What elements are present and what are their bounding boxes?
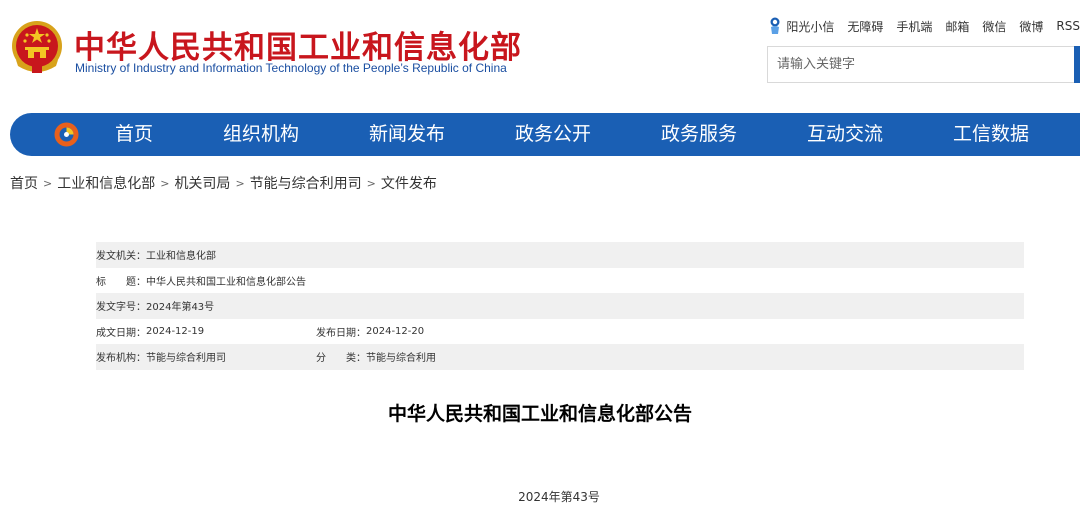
document-info-table: 发文机关： 工业和信息化部 标 题： 中华人民共和国工业和信息化部公告 发文字号… xyxy=(96,242,1024,370)
breadcrumb-ministry[interactable]: 工业和信息化部 xyxy=(57,173,155,193)
category-label: 分 类： xyxy=(316,353,366,365)
breadcrumb-departments[interactable]: 机关司局 xyxy=(174,173,230,193)
nav-item-news[interactable]: 新闻发布 xyxy=(369,113,445,156)
search-button[interactable] xyxy=(1074,46,1080,83)
doc-number-label: 发文字号： xyxy=(96,302,146,314)
issuer-label: 发文机关： xyxy=(96,251,146,263)
breadcrumb-home[interactable]: 首页 xyxy=(10,173,38,193)
article-title: 中华人民共和国工业和信息化部公告 xyxy=(387,403,692,425)
toplink-email[interactable]: 邮箱 xyxy=(945,18,969,35)
toplink-weibo[interactable]: 微博 xyxy=(1019,18,1043,35)
created-date-label: 成文日期： xyxy=(96,327,146,339)
org-label: 发布机构： xyxy=(96,353,146,365)
toplink-rss[interactable]: RSS xyxy=(1056,19,1080,33)
info-row-issuer: 发文机关： 工业和信息化部 xyxy=(96,242,1024,268)
category-value: 节能与综合利用 xyxy=(366,353,436,365)
toplink-sunshine-label: 阳光小信 xyxy=(786,19,835,34)
info-row-org: 发布机构： 节能与综合利用司 分 类： 节能与综合利用 xyxy=(96,344,1024,370)
nav-logo-icon[interactable] xyxy=(53,121,80,148)
breadcrumb-energy-dept[interactable]: 节能与综合利用司 xyxy=(250,173,362,193)
article-number: 2024年第43号 xyxy=(518,490,600,504)
breadcrumb: 首页 > 工业和信息化部 > 机关司局 > 节能与综合利用司 > 文件发布 xyxy=(10,173,437,193)
top-links: 阳光小信 无障碍 手机端 邮箱 微信 微博 RSS xyxy=(768,16,1080,36)
main-nav: 首页 组织机构 新闻发布 政务公开 政务服务 互动交流 工信数据 xyxy=(10,113,1080,156)
nav-item-gov-affairs[interactable]: 政务公开 xyxy=(515,113,591,156)
toplink-accessibility[interactable]: 无障碍 xyxy=(847,18,883,35)
doc-number-value: 2024年第43号 xyxy=(146,302,215,314)
created-date-cell: 成文日期： 2024-12-19 xyxy=(96,324,316,339)
search-box xyxy=(767,46,1080,83)
breadcrumb-separator-icon: > xyxy=(366,176,376,190)
search-input[interactable] xyxy=(768,47,1068,82)
created-date-value: 2024-12-19 xyxy=(146,325,205,337)
toplink-wechat[interactable]: 微信 xyxy=(982,18,1006,35)
issuer-value: 工业和信息化部 xyxy=(146,251,216,263)
info-row-dates: 成文日期： 2024-12-19 发布日期： 2024-12-20 xyxy=(96,319,1024,345)
title-value: 中华人民共和国工业和信息化部公告 xyxy=(146,276,306,288)
nav-item-home[interactable]: 首页 xyxy=(115,113,153,156)
info-row-doc-number: 发文字号： 2024年第43号 xyxy=(96,293,1024,319)
toplink-mobile[interactable]: 手机端 xyxy=(896,18,932,35)
org-cell: 发布机构： 节能与综合利用司 xyxy=(96,349,316,364)
info-row-title: 标 题： 中华人民共和国工业和信息化部公告 xyxy=(96,268,1024,294)
site-header: 中华人民共和国工业和信息化部 Ministry of Industry and … xyxy=(0,0,1080,110)
mascot-icon xyxy=(770,17,780,34)
toplink-sunshine[interactable]: 阳光小信 xyxy=(768,17,834,35)
breadcrumb-documents[interactable]: 文件发布 xyxy=(381,173,437,193)
published-date-cell: 发布日期： 2024-12-20 xyxy=(316,324,424,339)
nav-item-data[interactable]: 工信数据 xyxy=(953,113,1029,156)
nav-item-organization[interactable]: 组织机构 xyxy=(223,113,299,156)
org-value: 节能与综合利用司 xyxy=(146,353,226,365)
breadcrumb-separator-icon: > xyxy=(235,176,245,190)
title-label: 标 题： xyxy=(96,276,146,288)
nav-item-interaction[interactable]: 互动交流 xyxy=(807,113,883,156)
nav-item-gov-services[interactable]: 政务服务 xyxy=(661,113,737,156)
national-emblem-icon[interactable] xyxy=(10,20,64,78)
site-subtitle: Ministry of Industry and Information Tec… xyxy=(75,61,507,75)
breadcrumb-separator-icon: > xyxy=(160,176,170,190)
breadcrumb-separator-icon: > xyxy=(43,176,53,190)
category-cell: 分 类： 节能与综合利用 xyxy=(316,349,436,364)
published-date-label: 发布日期： xyxy=(316,327,366,339)
published-date-value: 2024-12-20 xyxy=(366,325,425,337)
